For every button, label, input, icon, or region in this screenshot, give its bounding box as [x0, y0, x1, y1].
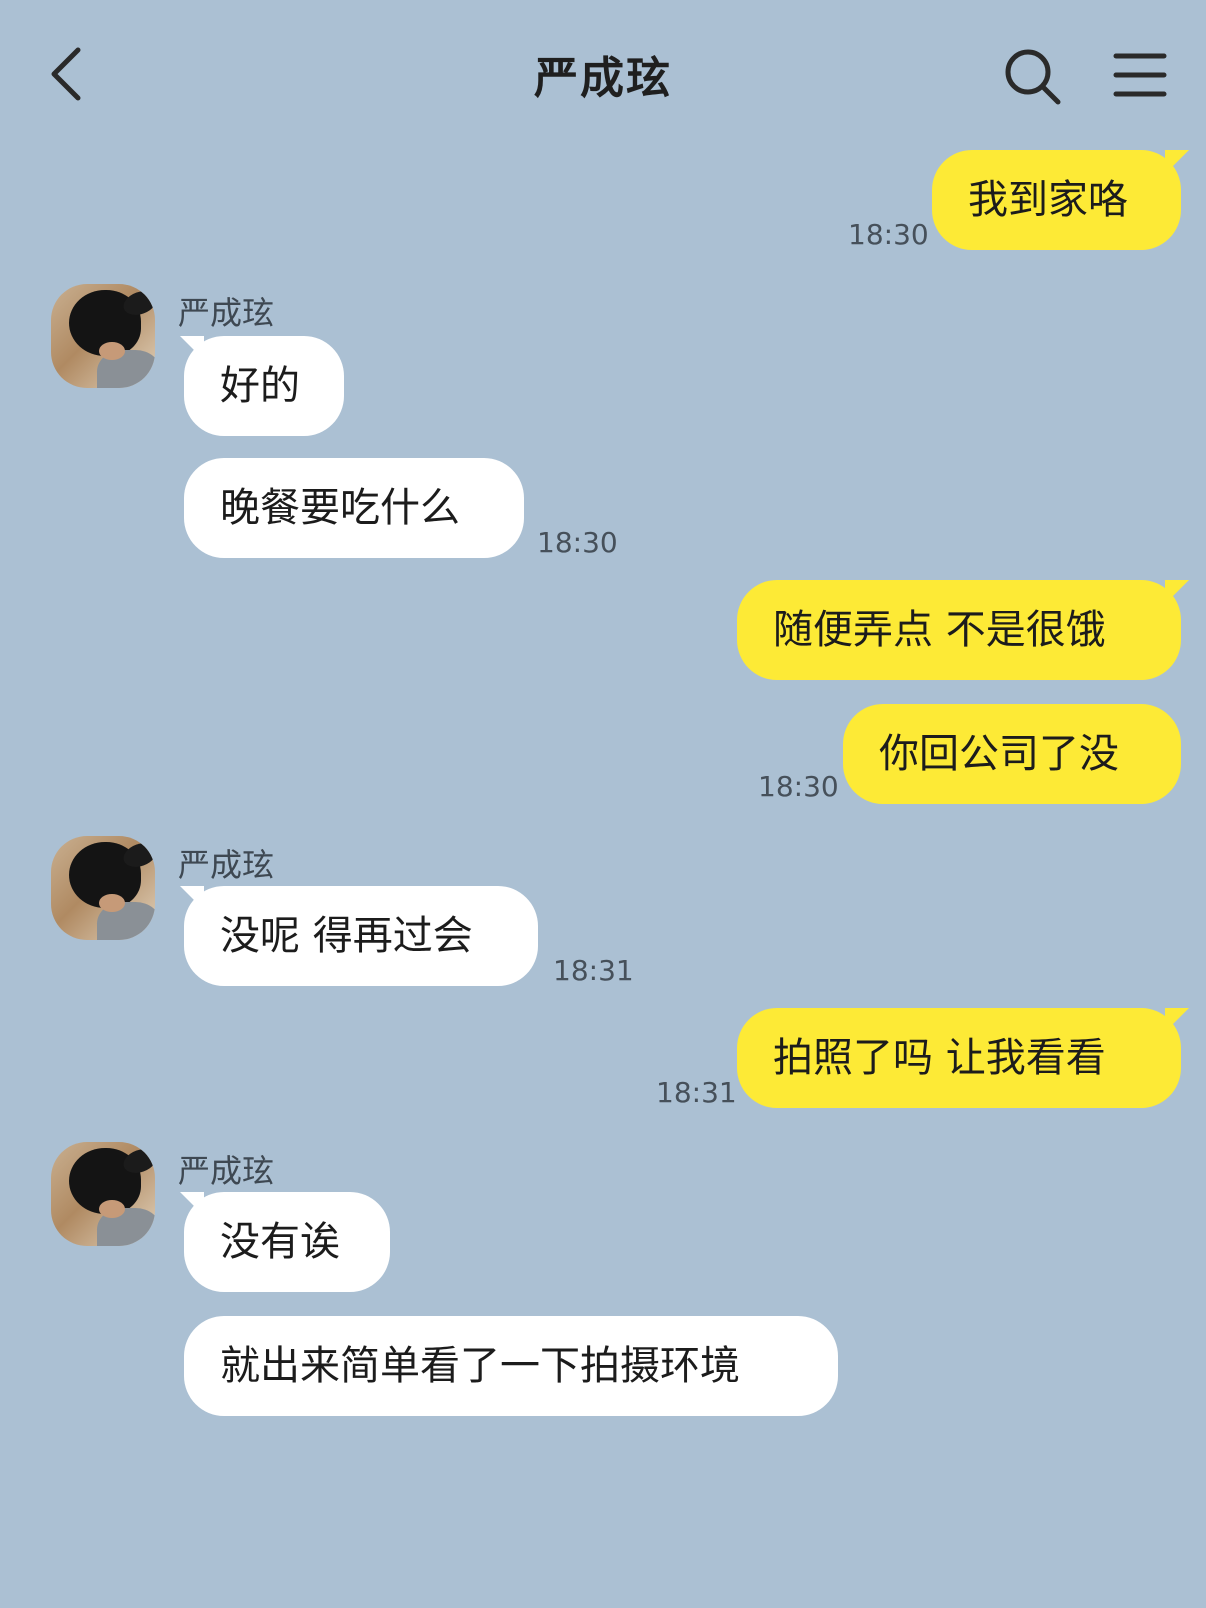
chat-header: 严成玹 — [0, 0, 1206, 150]
message-time: 18:30 — [537, 526, 618, 559]
search-button[interactable] — [1000, 44, 1064, 108]
avatar[interactable] — [51, 836, 155, 940]
message-bubble-outgoing[interactable]: 我到家咯 — [932, 150, 1181, 250]
message-bubble-outgoing[interactable]: 拍照了吗 让我看看 — [737, 1008, 1181, 1108]
message-bubble-incoming[interactable]: 没有诶 — [184, 1192, 390, 1292]
avatar[interactable] — [51, 1142, 155, 1246]
sender-name: 严成玹 — [178, 294, 275, 332]
bubble-tail — [1165, 150, 1189, 174]
bubble-tail — [1165, 580, 1189, 604]
message-bubble-incoming[interactable]: 就出来简单看了一下拍摄环境 — [184, 1316, 838, 1416]
message-bubble-incoming[interactable]: 晚餐要吃什么 — [184, 458, 524, 558]
message-time: 18:31 — [656, 1076, 737, 1109]
sender-name: 严成玹 — [178, 1152, 275, 1190]
sender-name: 严成玹 — [178, 846, 275, 884]
message-bubble-outgoing[interactable]: 你回公司了没 — [843, 704, 1181, 804]
message-time: 18:30 — [848, 218, 929, 251]
message-time: 18:30 — [758, 770, 839, 803]
message-time: 18:31 — [553, 954, 634, 987]
message-bubble-incoming[interactable]: 好的 — [184, 336, 344, 436]
avatar[interactable] — [51, 284, 155, 388]
message-bubble-incoming[interactable]: 没呢 得再过会 — [184, 886, 538, 986]
menu-button[interactable] — [1112, 50, 1168, 100]
bubble-tail — [1165, 1008, 1189, 1032]
menu-icon — [1113, 53, 1167, 97]
message-bubble-outgoing[interactable]: 随便弄点 不是很饿 — [737, 580, 1181, 680]
search-icon — [1005, 49, 1061, 105]
